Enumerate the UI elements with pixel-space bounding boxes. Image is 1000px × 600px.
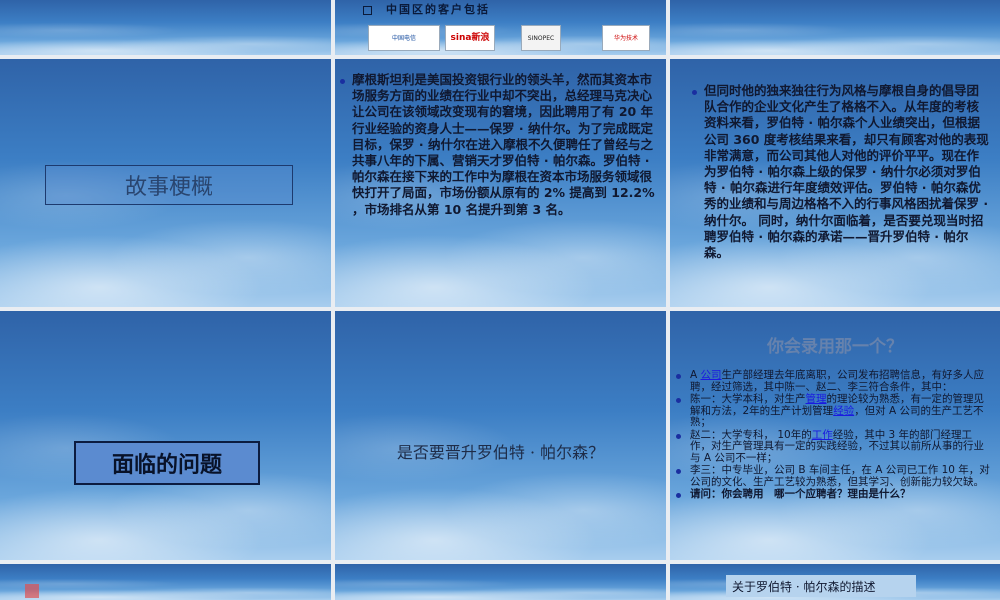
- slide-thumbnail-para1[interactable]: 摩根斯坦利是美国投资银行业的领头羊，然而其资本市场服务方面的业绩在行业中却不突出…: [335, 59, 666, 307]
- slide-thumbnail-story[interactable]: 故事梗概: [0, 59, 331, 307]
- square-bullet-icon: [363, 5, 372, 15]
- slide-thumbnail[interactable]: [670, 0, 1000, 55]
- hiring-title: 你会录用那一个？: [767, 337, 903, 357]
- link[interactable]: 经验: [833, 405, 854, 417]
- story-paragraph-1: 摩根斯坦利是美国投资银行业的领头羊，然而其资本市场服务方面的业绩在行业中却不突出…: [352, 72, 655, 217]
- slide-thumbnail-problem[interactable]: 面临的问题: [0, 311, 331, 560]
- list-item: A 公司生产部经理去年底离职，公司发布招聘信息，有好多人应聘，经过筛选，其中陈一…: [676, 369, 992, 393]
- description-title: 关于罗伯特 · 帕尔森的描述: [726, 575, 916, 597]
- item-text: 生产部经理去年底离职，公司发布招聘信息，有好多人应聘，经过筛选，其中陈一、赵二、…: [690, 369, 985, 393]
- item-text: A: [690, 369, 701, 381]
- bullet-icon: [676, 433, 681, 439]
- slide-thumbnail-hiring[interactable]: 你会录用那一个？ A 公司生产部经理去年底离职，公司发布招聘信息，有好多人应聘，…: [670, 311, 1000, 560]
- sina-logo: sina新浪: [445, 25, 495, 51]
- promotion-question: 是否要晋升罗伯特 · 帕尔森？: [396, 443, 605, 462]
- slide-thumbnail[interactable]: [335, 564, 666, 600]
- slide-thumbnail-description[interactable]: 关于罗伯特 · 帕尔森的描述: [670, 564, 1000, 600]
- slide-thumbnail-question[interactable]: 是否要晋升罗伯特 · 帕尔森？: [335, 311, 666, 560]
- list-item: 赵二：大学专科， 10年的工作经验，其中 3 年的部门经理工作，对生产管理具有一…: [676, 428, 992, 465]
- bullet-icon: [340, 79, 345, 84]
- bullet-icon: [676, 374, 681, 379]
- clients-title-text: 中国区的客户包括: [386, 3, 490, 16]
- item-text: 赵二：大学专科， 10年的: [690, 428, 812, 441]
- story-title: 故事梗概: [45, 165, 293, 205]
- list-item: 请问：你会聘用 哪一个应聘者？理由是什么？: [676, 488, 992, 501]
- slide-thumbnail[interactable]: [0, 0, 331, 55]
- bullet-icon: [676, 469, 681, 474]
- slide-thumbnail[interactable]: [0, 564, 331, 600]
- link[interactable]: 管理: [806, 393, 827, 405]
- huawei-logo: 华为技术: [602, 25, 650, 51]
- slide-thumbnail-clients[interactable]: 中国区的客户包括 中国电信 sina新浪 SINOPEC 华为技术: [335, 0, 666, 55]
- bullet-icon: [676, 398, 681, 403]
- link[interactable]: 工作: [812, 429, 833, 441]
- bullet-icon: [692, 90, 697, 95]
- slide-thumbnail-para2[interactable]: 但同时他的独来独往行为风格与摩根自身的倡导团队合作的企业文化产生了格格不入。从年…: [670, 59, 1000, 307]
- bullet-icon: [676, 493, 681, 498]
- link[interactable]: 公司: [701, 369, 722, 381]
- list-item: 李三：中专毕业，公司 B 车间主任，在 A 公司已工作 10 年，对公司的文化、…: [676, 464, 992, 488]
- item-text: 李三：中专毕业，公司 B 车间主任，在 A 公司已工作 10 年，对公司的文化、…: [690, 464, 990, 488]
- clients-title: 中国区的客户包括: [363, 1, 490, 17]
- hiring-list: A 公司生产部经理去年底离职，公司发布招聘信息，有好多人应聘，经过筛选，其中陈一…: [676, 369, 992, 502]
- sinopec-logo: SINOPEC: [521, 25, 561, 51]
- list-item: 陈一：大学本科，对生产管理的理论较为熟悉，有一定的管理见解和方法，2年的生产计划…: [676, 393, 992, 429]
- problem-title: 面临的问题: [74, 441, 260, 485]
- decoration-mark: [25, 584, 39, 598]
- item-text: 请问：你会聘用 哪一个应聘者？理由是什么？: [690, 488, 911, 500]
- story-paragraph-2: 但同时他的独来独往行为风格与摩根自身的倡导团队合作的企业文化产生了格格不入。从年…: [704, 83, 989, 261]
- china-telecom-logo: 中国电信: [368, 25, 440, 51]
- item-text: 陈一：大学本科，对生产: [690, 393, 806, 405]
